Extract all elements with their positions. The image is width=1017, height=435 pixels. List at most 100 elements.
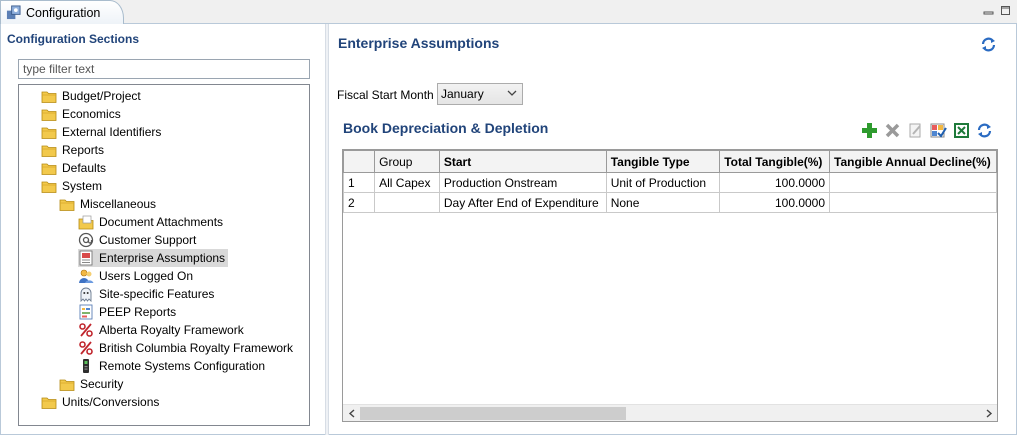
cell-tangible-type[interactable]: None — [605, 192, 721, 213]
tree-item-enterprise-assumptions[interactable]: Enterprise Assumptions — [78, 249, 229, 267]
excel-icon[interactable] — [953, 122, 970, 139]
tree-item-alberta-royalty-framework[interactable]: Alberta Royalty Framework — [78, 321, 247, 339]
table-row[interactable]: 1 All Capex Production Onstream Unit of … — [343, 172, 997, 193]
depreciation-grid: Group Start Tangible Type Total Tangible… — [342, 149, 998, 422]
tree-item-label: Remote Systems Configuration — [99, 359, 266, 373]
tree-item-economics[interactable]: Economics — [41, 105, 124, 123]
refresh-icon[interactable] — [980, 36, 997, 53]
chevron-right-icon — [986, 408, 992, 418]
scroll-right-button[interactable] — [984, 408, 994, 418]
page-title: Enterprise Assumptions — [338, 35, 500, 51]
folder-icon — [41, 145, 57, 157]
cell-tangible-annual-decline[interactable] — [829, 192, 997, 213]
row-number-header — [343, 150, 376, 173]
horizontal-scrollbar[interactable] — [343, 404, 997, 421]
tree-item-label: Economics — [62, 107, 121, 121]
tree-item-remote-systems-configuration[interactable]: Remote Systems Configuration — [78, 357, 268, 375]
tree-item-site-specific-features[interactable]: Site-specific Features — [78, 285, 217, 303]
remote-icon — [83, 359, 89, 373]
tree-item-label: Budget/Project — [62, 89, 141, 103]
tree-item-label: Defaults — [62, 161, 107, 175]
configuration-tree: Budget/Project Economics External Identifi… — [18, 84, 310, 426]
scroll-left-button[interactable] — [346, 408, 356, 418]
ghost-icon — [80, 287, 92, 302]
table-header-row: Group Start Tangible Type Total Tangible… — [343, 150, 997, 173]
maximize-button[interactable] — [1000, 5, 1012, 16]
chevron-left-icon — [348, 408, 354, 418]
tree-item-label: Site-specific Features — [99, 287, 215, 301]
filter-input[interactable] — [18, 59, 310, 79]
configuration-tab[interactable]: Configuration — [0, 0, 124, 24]
column-header-start[interactable]: Start — [438, 150, 607, 173]
pane-splitter[interactable] — [325, 24, 329, 435]
cell-group[interactable] — [374, 192, 440, 213]
cell-tangible-annual-decline[interactable] — [829, 172, 997, 193]
tree-item-label: Customer Support — [99, 233, 197, 247]
tab-label: Configuration — [26, 5, 101, 20]
edit-icon[interactable] — [907, 122, 924, 139]
tree-item-label: Miscellaneous — [80, 197, 157, 211]
tree-item-miscellaneous[interactable]: Miscellaneous — [59, 195, 159, 213]
tree-item-label: Units/Conversions — [62, 395, 160, 409]
tree-item-peep-reports[interactable]: PEEP Reports — [78, 303, 179, 321]
table-row[interactable]: 2 Day After End of Expenditure None 100.… — [343, 192, 997, 213]
add-icon[interactable] — [861, 122, 878, 139]
refresh-icon[interactable] — [976, 122, 993, 139]
tree-item-label: System — [62, 179, 103, 193]
cell-start[interactable]: Day After End of Expenditure — [438, 192, 607, 213]
tree-item-reports[interactable]: Reports — [41, 141, 107, 159]
row-number[interactable]: 1 — [343, 172, 376, 193]
folder-icon — [41, 397, 57, 409]
tree-item-label: Users Logged On — [99, 269, 194, 283]
tree-item-label: Security — [80, 377, 124, 391]
cell-group[interactable]: All Capex — [374, 172, 440, 193]
book-depreciation-title: Book Depreciation & Depletion — [343, 120, 549, 136]
folder-icon — [41, 127, 57, 139]
tree-item-budget-project[interactable]: Budget/Project — [41, 87, 144, 105]
folder-icon — [41, 109, 57, 121]
minimize-button[interactable] — [983, 5, 995, 16]
grid-edit-icon[interactable] — [930, 122, 947, 139]
at-sign-icon — [78, 232, 94, 248]
cell-tangible-type[interactable]: Unit of Production — [605, 172, 721, 193]
enterprise-icon — [79, 250, 93, 266]
configuration-icon — [6, 5, 21, 20]
row-number[interactable]: 2 — [343, 192, 376, 213]
column-header-tangible-type[interactable]: Tangible Type — [605, 150, 721, 173]
folder-icon — [59, 379, 75, 391]
section-title: Configuration Sections — [7, 32, 139, 46]
maximize-icon — [1001, 6, 1010, 15]
scroll-thumb[interactable] — [360, 407, 626, 420]
column-header-total-tangible[interactable]: Total Tangible(%) — [719, 150, 831, 173]
fiscal-start-month-value: January — [441, 87, 484, 101]
folder-icon — [59, 199, 75, 211]
fiscal-start-month-select[interactable]: January — [437, 83, 523, 105]
folder-icon — [41, 181, 57, 193]
chevron-down-icon — [507, 90, 517, 96]
folder-icon — [41, 163, 57, 175]
tree-item-system[interactable]: System — [41, 177, 105, 195]
tree-item-customer-support[interactable]: Customer Support — [78, 231, 199, 249]
tree-item-document-attachments[interactable]: Document Attachments — [78, 213, 226, 231]
tree-item-defaults[interactable]: Defaults — [41, 159, 109, 177]
document-folder-icon — [78, 215, 94, 230]
tree-item-external-identifiers[interactable]: External Identifiers — [41, 123, 164, 141]
tree-item-label: Reports — [62, 143, 105, 157]
cell-start[interactable]: Production Onstream — [438, 172, 607, 193]
cell-total-tangible[interactable]: 100.0000 — [719, 172, 831, 193]
column-header-group[interactable]: Group — [374, 150, 440, 173]
users-icon — [79, 269, 94, 283]
tree-item-label: Document Attachments — [99, 215, 224, 229]
tree-item-label: Alberta Royalty Framework — [99, 323, 244, 337]
cell-total-tangible[interactable]: 100.0000 — [719, 192, 831, 213]
tree-item-units-conversions[interactable]: Units/Conversions — [41, 393, 162, 411]
tree-item-british-columbia-royalty-framework[interactable]: British Columbia Royalty Framework — [78, 339, 296, 357]
tree-item-security[interactable]: Security — [59, 375, 126, 393]
tree-item-label: External Identifiers — [62, 125, 162, 139]
delete-icon[interactable] — [884, 122, 901, 139]
column-header-tangible-annual-decline[interactable]: Tangible Annual Decline(%) — [829, 150, 997, 173]
minimize-icon — [983, 11, 994, 15]
tree-item-label: PEEP Reports — [99, 305, 177, 319]
report-icon — [79, 304, 93, 320]
tree-item-users-logged-on[interactable]: Users Logged On — [78, 267, 196, 285]
